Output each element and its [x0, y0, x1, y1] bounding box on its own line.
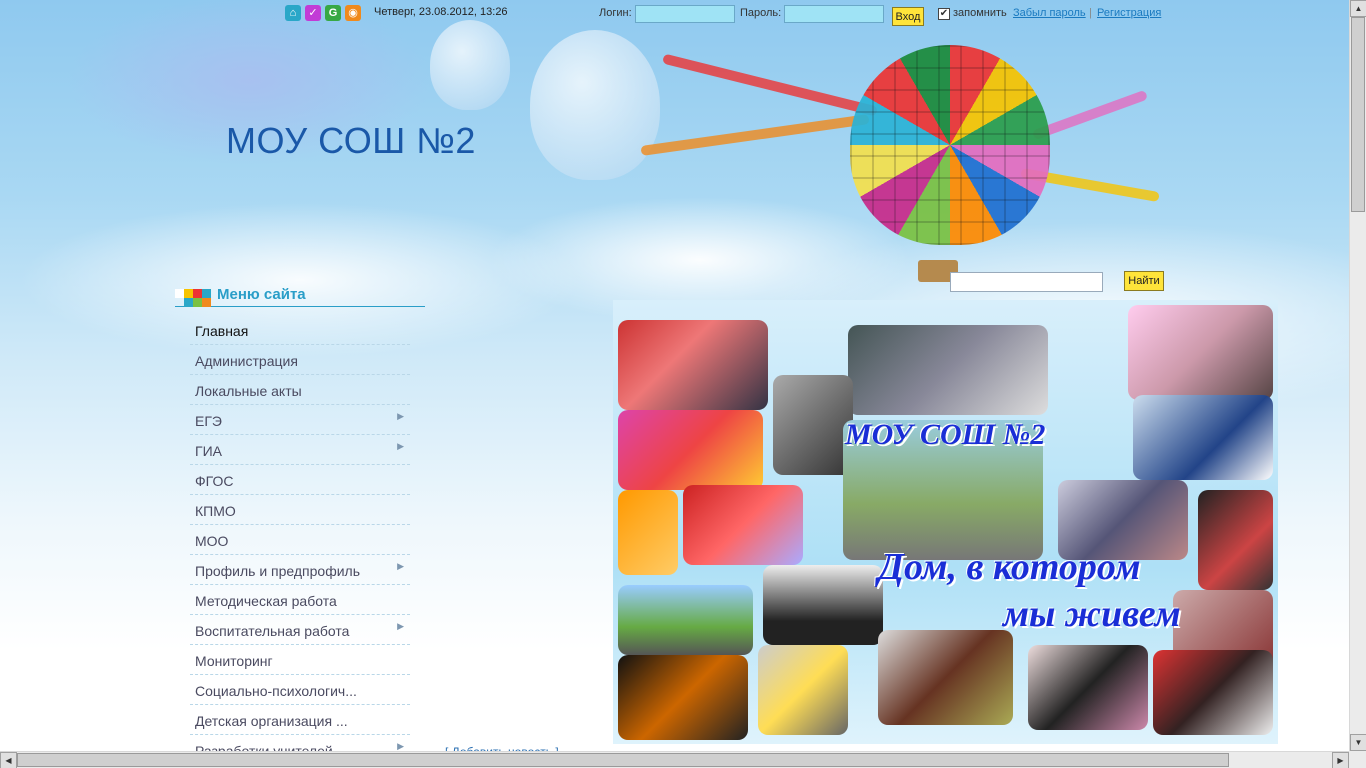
current-datetime: Четверг, 23.08.2012, 13:26	[374, 6, 508, 18]
collage-photo	[763, 565, 883, 645]
menu-title: Меню сайта	[217, 286, 306, 303]
horizontal-scrollbar[interactable]: ◀ ▶	[0, 751, 1349, 768]
submenu-arrow-icon: ▶	[397, 441, 404, 451]
collage-motto-line1: Дом, в котором	[878, 546, 1141, 588]
collage-photo	[1128, 305, 1273, 400]
collage-photo	[1028, 645, 1148, 730]
submenu-arrow-icon: ▶	[397, 561, 404, 571]
menu-item-methodical[interactable]: Методическая работа	[190, 585, 410, 615]
menu-header: Меню сайта	[175, 285, 425, 307]
scroll-left-button[interactable]: ◀	[0, 752, 17, 768]
login-button[interactable]: Вход	[892, 7, 924, 26]
menu-item-kpmo[interactable]: КПМО	[190, 495, 410, 525]
remember-checkbox[interactable]: ✔	[938, 8, 950, 20]
scroll-down-button[interactable]: ▼	[1350, 734, 1366, 751]
school-collage-image: МОУ СОШ №2 Дом, в котором мы живем	[613, 300, 1278, 744]
menu-item-gia[interactable]: ГИА ▶	[190, 435, 410, 465]
submenu-arrow-icon: ▶	[397, 621, 404, 631]
menu-item-educational[interactable]: Воспитательная работа ▶	[190, 615, 410, 645]
search-button[interactable]: Найти	[1124, 271, 1164, 291]
site-title[interactable]: МОУ СОШ №2	[226, 120, 476, 162]
collage-photo	[683, 485, 803, 565]
collage-photo	[1153, 650, 1273, 735]
collage-photo	[773, 375, 853, 475]
collage-motto-line2: мы живем	[1003, 593, 1181, 635]
rss-icon[interactable]: ◉	[345, 5, 361, 21]
login-label: Логин:	[599, 7, 632, 19]
menu-item-fgos[interactable]: ФГОС	[190, 465, 410, 495]
menu-item-monitoring[interactable]: Мониторинг	[190, 645, 410, 675]
password-label: Пароль:	[740, 7, 782, 19]
scroll-up-button[interactable]: ▲	[1350, 0, 1366, 17]
search-input[interactable]	[950, 272, 1103, 292]
collage-photo	[618, 655, 748, 740]
top-bar: ⌂ ✓ G ◉ Четверг, 23.08.2012, 13:26 Логин…	[0, 0, 1349, 28]
menu-item-social-psych[interactable]: Социально-психологич...	[190, 675, 410, 705]
collage-photo	[618, 320, 768, 410]
scrollbar-corner	[1349, 751, 1366, 768]
background-balloon	[530, 30, 660, 180]
horizontal-scroll-thumb[interactable]	[17, 753, 1229, 767]
scroll-right-button[interactable]: ▶	[1332, 752, 1349, 768]
menu-item-moo[interactable]: МОО	[190, 525, 410, 555]
submenu-arrow-icon: ▶	[397, 411, 404, 421]
menu-item-local-acts[interactable]: Локальные акты	[190, 375, 410, 405]
forgot-password-link[interactable]: Забыл пароль	[1013, 7, 1086, 19]
menu-item-profile[interactable]: Профиль и предпрофиль ▶	[190, 555, 410, 585]
collage-title: МОУ СОШ №2	[845, 418, 1046, 451]
register-link[interactable]: Регистрация	[1097, 7, 1161, 19]
collage-photo	[878, 630, 1013, 725]
collage-photo	[1198, 490, 1273, 590]
password-input[interactable]	[784, 5, 884, 23]
check-icon[interactable]: ✓	[305, 5, 321, 21]
collage-photo	[618, 585, 753, 655]
login-input[interactable]	[635, 5, 735, 23]
collage-photo	[618, 410, 763, 490]
remember-label: запомнить	[953, 7, 1007, 19]
collage-photo	[848, 325, 1048, 415]
menu-item-children-org[interactable]: Детская организация ...	[190, 705, 410, 735]
menu-item-home[interactable]: Главная	[190, 315, 410, 345]
background-balloon	[430, 20, 510, 110]
collage-photo	[618, 490, 678, 575]
site-menu: Главная Администрация Локальные акты ЕГЭ…	[190, 315, 410, 765]
collage-photo	[758, 645, 848, 735]
vertical-scrollbar[interactable]: ▲ ▼	[1349, 0, 1366, 751]
menu-item-ege[interactable]: ЕГЭ ▶	[190, 405, 410, 435]
hot-air-balloon-image	[850, 45, 1050, 245]
vertical-scroll-thumb[interactable]	[1351, 17, 1365, 212]
refresh-icon[interactable]: G	[325, 5, 341, 21]
menu-logo-icon	[175, 289, 211, 307]
link-separator: |	[1089, 7, 1092, 19]
collage-photo	[1133, 395, 1273, 480]
menu-item-administration[interactable]: Администрация	[190, 345, 410, 375]
home-icon[interactable]: ⌂	[285, 5, 301, 21]
